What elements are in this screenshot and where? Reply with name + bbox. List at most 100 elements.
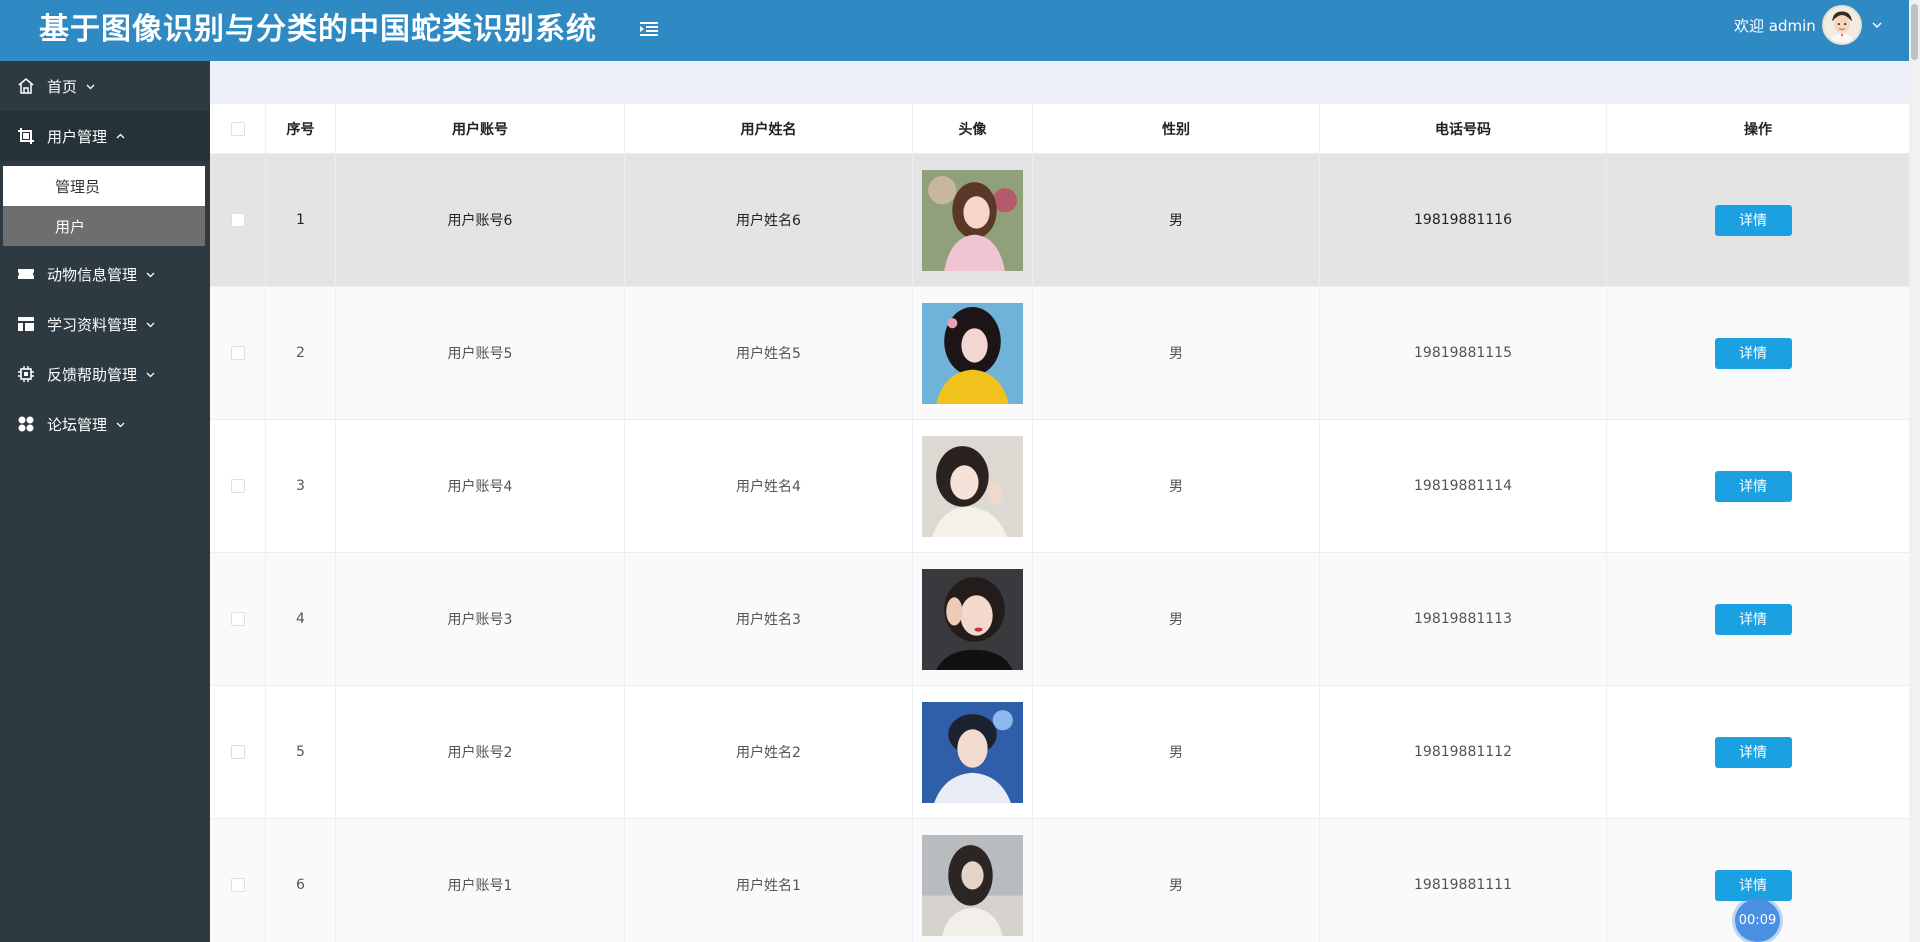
row-gender: 男 [1033,287,1320,419]
user-table: 序号 用户账号 用户姓名 头像 性别 电话号码 操作 1 用户账号6 用户姓名6… [210,104,1909,942]
sidebar-item-user-management[interactable]: 用户管理 [0,111,210,161]
row-account: 用户账号3 [336,553,625,685]
table-row: 5 用户账号2 用户姓名2 男 19819881112 详情 [210,686,1909,819]
detail-button[interactable]: 详情 [1714,736,1792,768]
row-name: 用户姓名1 [625,819,913,942]
header-index: 序号 [266,104,336,154]
row-name: 用户姓名4 [625,420,913,552]
chevron-down-icon [146,372,155,377]
header-phone: 电话号码 [1320,104,1607,154]
sidebar-item-label: 用户管理 [47,127,108,146]
row-phone: 19819881111 [1320,819,1607,942]
sidebar-item-label: 论坛管理 [47,415,108,434]
row-index: 5 [266,686,336,818]
row-phone: 19819881115 [1320,287,1607,419]
row-gender: 男 [1033,154,1320,286]
row-name: 用户姓名3 [625,553,913,685]
row-index: 4 [266,553,336,685]
ticket-icon [18,269,34,279]
row-index: 1 [266,154,336,286]
page-scrollbar[interactable] [1909,0,1920,942]
detail-button[interactable]: 详情 [1714,470,1792,502]
chip-icon [18,366,34,382]
row-phone: 19819881114 [1320,420,1607,552]
sidebar-item-label: 首页 [47,77,78,96]
row-phone: 19819881116 [1320,154,1607,286]
row-account: 用户账号6 [336,154,625,286]
row-index: 3 [266,420,336,552]
sidebar-item-home[interactable]: 首页 [0,61,210,111]
menu-toggle-icon[interactable] [637,17,661,41]
detail-button[interactable]: 详情 [1714,337,1792,369]
crop-icon [18,128,34,144]
scrollbar-thumb[interactable] [1911,4,1918,60]
row-account: 用户账号5 [336,287,625,419]
row-checkbox[interactable] [230,612,245,626]
avatar[interactable] [1821,5,1862,45]
row-index: 2 [266,287,336,419]
row-gender: 男 [1033,420,1320,552]
welcome-text: 欢迎 admin [1734,16,1816,35]
row-name: 用户姓名2 [625,686,913,818]
header-account: 用户账号 [336,104,625,154]
app-title: 基于图像识别与分类的中国蛇类识别系统 [39,12,597,47]
top-header: 基于图像识别与分类的中国蛇类识别系统 欢迎 admin [0,0,1909,61]
table-row: 6 用户账号1 用户姓名1 男 19819881111 详情 [210,819,1909,942]
header-select-all [210,104,266,154]
chevron-down-icon [86,84,95,89]
submenu-item-admin[interactable]: 管理员 [3,166,205,206]
row-phone: 19819881113 [1320,553,1607,685]
detail-button[interactable]: 详情 [1714,603,1792,635]
row-checkbox[interactable] [230,346,245,360]
table-row: 4 用户账号3 用户姓名3 男 19819881113 详情 [210,553,1909,686]
row-phone: 19819881112 [1320,686,1607,818]
header-avatar: 头像 [913,104,1033,154]
header-actions: 操作 [1744,122,1772,138]
row-checkbox[interactable] [230,878,245,892]
detail-button[interactable]: 详情 [1714,204,1792,236]
sidebar-item-label: 学习资料管理 [47,315,138,334]
sidebar-item-label: 反馈帮助管理 [47,365,138,384]
submenu-item-user[interactable]: 用户 [3,206,205,246]
select-all-checkbox[interactable] [230,122,245,136]
row-name: 用户姓名5 [625,287,913,419]
row-gender: 男 [1033,686,1320,818]
sidebar-item-forum[interactable]: 论坛管理 [0,399,210,449]
row-name: 用户姓名6 [625,154,913,286]
row-account: 用户账号2 [336,686,625,818]
row-index: 6 [266,819,336,942]
row-account: 用户账号4 [336,420,625,552]
table-row: 3 用户账号4 用户姓名4 男 19819881114 详情 [210,420,1909,553]
row-checkbox[interactable] [230,479,245,493]
row-checkbox[interactable] [230,213,245,227]
table-row: 1 用户账号6 用户姓名6 男 19819881116 详情 [210,154,1909,287]
apps-icon [18,416,34,432]
chevron-up-icon [116,133,125,138]
table-header: 序号 用户账号 用户姓名 头像 性别 电话号码 操作 [210,104,1909,154]
home-icon [18,78,34,94]
row-gender: 男 [1033,819,1320,942]
sidebar-item-study-materials[interactable]: 学习资料管理 [0,299,210,349]
avatar-photo [922,169,1023,271]
avatar-photo [922,834,1023,936]
sidebar-item-animal-info[interactable]: 动物信息管理 [0,249,210,299]
user-menu[interactable]: 欢迎 admin [1734,0,1884,50]
sidebar-item-label: 动物信息管理 [47,265,138,284]
chevron-down-icon [146,272,155,277]
toolbar-area [210,61,1909,104]
table-row: 2 用户账号5 用户姓名5 男 19819881115 详情 [210,287,1909,420]
avatar-photo [922,568,1023,670]
avatar-photo [922,435,1023,537]
row-gender: 男 [1033,553,1320,685]
layout-icon [18,317,34,331]
row-checkbox[interactable] [230,745,245,759]
sidebar-item-feedback-help[interactable]: 反馈帮助管理 [0,349,210,399]
row-account: 用户账号1 [336,819,625,942]
detail-button[interactable]: 详情 [1714,869,1792,901]
header-name: 用户姓名 [625,104,913,154]
avatar-photo [922,302,1023,404]
recording-timer-badge[interactable]: 00:09 [1735,899,1780,942]
chevron-down-icon [146,322,155,327]
chevron-down-icon [116,422,125,427]
chevron-down-icon[interactable] [1870,18,1884,32]
